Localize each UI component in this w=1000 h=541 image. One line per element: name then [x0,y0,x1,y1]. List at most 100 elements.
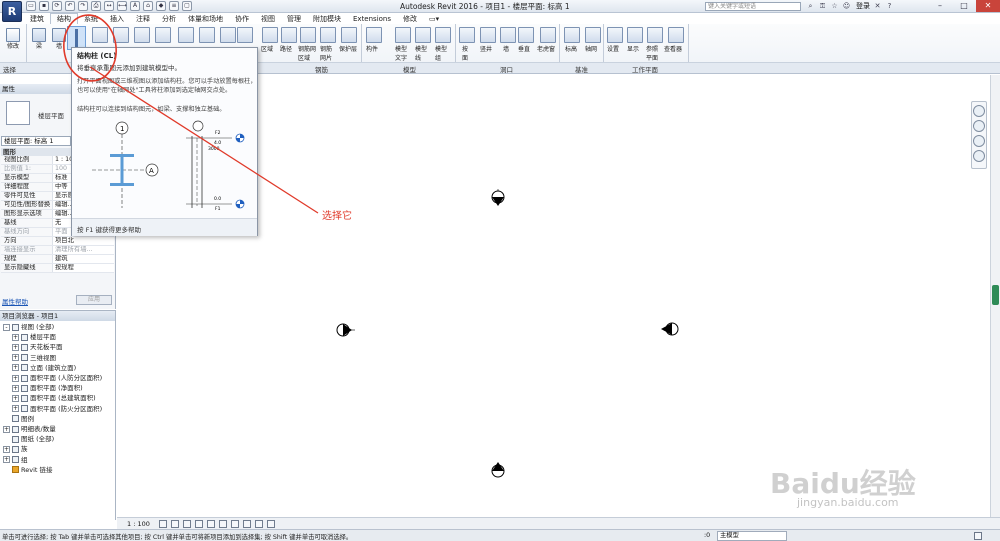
slab-foundation-tool[interactable] [220,27,236,43]
steering-wheel-icon[interactable] [973,120,985,132]
expand-icon[interactable]: + [3,425,10,433]
tab-analyze[interactable]: 分析 [156,14,182,24]
expand-icon[interactable]: + [12,374,19,382]
tab-insert[interactable]: 插入 [104,14,130,24]
viewcube-icon[interactable] [973,105,985,117]
model-text-label[interactable]: 模型文字 [395,44,411,62]
tab-add-ins[interactable]: 附加模块 [307,14,347,24]
help-search-input[interactable]: 键入关键字或短语 [705,2,801,11]
dormer-label[interactable]: 老虎窗 [537,44,555,53]
elevation-marker-north[interactable] [491,189,505,206]
property-value[interactable]: 项目北 [53,237,114,245]
exchange-icon[interactable]: ✕ [873,2,882,11]
3d-view-icon[interactable]: ⌂ [143,1,153,11]
browser-tree-item[interactable]: 图纸 (全部) [3,435,54,444]
browser-tree-item[interactable]: + 面积平面 (总建筑面积) [12,394,96,403]
tab-manage[interactable]: 管理 [281,14,307,24]
application-menu-button[interactable]: R [2,1,22,22]
wall-opening-label[interactable]: 墙 [503,44,509,53]
tab-annotate[interactable]: 注释 [130,14,156,24]
expand-icon[interactable]: + [12,343,19,351]
minimize-button[interactable]: – [928,0,952,12]
shadows-icon[interactable] [195,520,203,528]
elevation-marker-west[interactable] [336,323,355,337]
browser-tree-item[interactable]: + 面积平面 (防火分区面积) [12,405,102,414]
active-model-selector[interactable]: 主模型 [717,531,787,541]
login-button[interactable]: 登录 [856,1,870,11]
tab-extensions[interactable]: Extensions [347,14,397,24]
expand-icon[interactable]: + [12,405,19,413]
undo-icon[interactable]: ↶ [65,1,75,11]
tab-modify[interactable]: 修改 [397,14,423,24]
sun-path-icon[interactable] [183,520,191,528]
browser-tree-item[interactable]: + 面积平面 (净面积) [12,384,83,393]
properties-help-link[interactable]: 属性帮助 [2,296,28,306]
fabric-sheet-label[interactable]: 钢筋网片 [320,44,336,62]
browser-tree-item[interactable]: 图例 [3,415,34,424]
browser-tree-item[interactable]: + 组 [3,456,28,465]
tab-collaborate[interactable]: 协作 [229,14,255,24]
detail-level-icon[interactable] [159,520,167,528]
browser-tree-item[interactable]: + 三维视图 [12,354,56,363]
browser-tree-item[interactable]: + 族 [3,445,28,454]
measure-icon[interactable]: ↔ [104,1,114,11]
vertical-opening-label[interactable]: 垂直 [518,44,530,53]
shaft-label[interactable]: 竖井 [480,44,492,53]
tab-systems[interactable]: 系统 [78,14,104,24]
save-icon[interactable]: ▪ [39,1,49,11]
star-icon[interactable]: ☆ [830,2,839,11]
print-icon[interactable]: ⎙ [91,1,101,11]
beam-tool[interactable]: 梁 [30,26,48,62]
browser-tree-item[interactable]: + 立面 (建筑立面) [12,364,76,373]
tab-massing-site[interactable]: 体量和场地 [182,14,229,24]
ribbon-minimize-toggle[interactable]: ▭▾ [423,14,445,24]
open-icon[interactable]: ▭ [26,1,36,11]
text-icon[interactable]: A [130,1,140,11]
property-value[interactable]: 按规程 [53,264,114,272]
close-hidden-icon[interactable]: ▢ [182,1,192,11]
elevation-marker-east[interactable] [661,322,679,336]
browser-tree-item[interactable]: + 明细表/数量 [3,425,56,434]
property-value[interactable]: 建筑 [53,255,114,263]
help-icon[interactable]: ? [885,2,894,11]
browser-tree-item[interactable]: - 视图 (全部) [3,323,54,332]
rebar-tool[interactable] [237,27,253,43]
isolated-foundation-tool[interactable] [178,27,194,43]
lock-3d-icon[interactable] [255,520,263,528]
property-row[interactable]: 显示隐藏线 按规程 [1,264,114,273]
model-line-label[interactable]: 模型线 [415,44,431,62]
vertical-scrollbar[interactable] [990,75,1000,517]
maximize-button[interactable]: □ [952,0,976,12]
property-value[interactable]: 清理所有墙... [53,246,114,254]
tab-view[interactable]: 视图 [255,14,281,24]
dimension-icon[interactable]: ⟷ [117,1,127,11]
user-icon[interactable]: ☺ [842,2,851,11]
show-workplane-label[interactable]: 显示 [627,44,639,53]
subscription-icon[interactable]: ⚿ [818,2,827,11]
expand-icon[interactable]: + [12,364,19,372]
view-scale[interactable]: 1 : 100 [127,520,150,528]
expand-icon[interactable]: + [3,445,10,453]
level-label[interactable]: 标高 [565,44,577,53]
area-rebar-label[interactable]: 区域 [261,44,273,53]
browser-tree-item[interactable]: + 面积平面 (人防分区面积) [12,374,102,383]
wall-tool[interactable]: 墙 [50,26,68,62]
pan-icon[interactable] [973,150,985,162]
visual-style-icon[interactable] [171,520,179,528]
property-row[interactable]: 方向 项目北 [1,237,114,246]
brace-tool[interactable] [134,27,150,43]
browser-tree-item[interactable]: + 天花板平面 [12,343,63,352]
expand-icon[interactable]: + [12,333,19,341]
apply-button[interactable]: 应用 [76,295,112,305]
property-row[interactable]: 规程 建筑 [1,255,114,264]
set-workplane-label[interactable]: 设置 [607,44,619,53]
section-icon[interactable]: ◆ [156,1,166,11]
wall-foundation-tool[interactable] [199,27,215,43]
elevation-marker-south[interactable] [491,462,505,478]
reveal-hidden-icon[interactable] [243,520,251,528]
floor-tool[interactable] [92,27,108,43]
ref-plane-label[interactable]: 参照平面 [646,44,662,62]
modify-tool[interactable]: 修改 [4,26,22,62]
temporary-hide-icon[interactable] [231,520,239,528]
expand-icon[interactable]: + [12,384,19,392]
